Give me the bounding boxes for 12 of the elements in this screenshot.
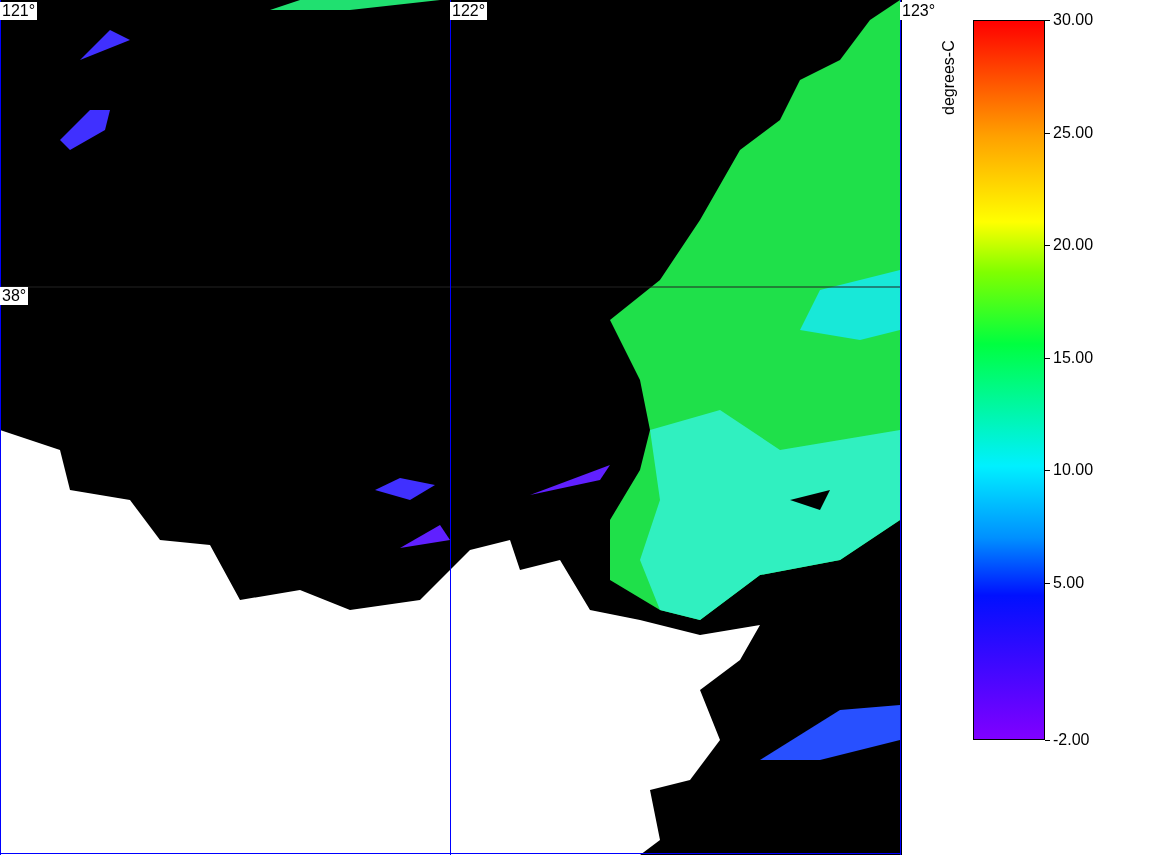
colorbar-tick-label: 25.00 <box>1045 123 1094 142</box>
colorbar-tick-label: 10.00 <box>1045 461 1094 479</box>
colorbar-tick-label: 15.00 <box>1045 348 1094 367</box>
colorbar-tick-label: 20.00 <box>1045 236 1094 254</box>
colorbar-tick-label: 30.00 <box>1045 11 1094 29</box>
colorbar-tick-label: 5.00 <box>1045 573 1085 592</box>
colorbar-tick-label: -2.00 <box>1045 731 1090 749</box>
longitude-label: 122° <box>450 2 488 20</box>
longitude-label: 121° <box>0 2 38 20</box>
longitude-label: 123° <box>900 2 938 20</box>
colorbar-title: degrees-C <box>940 40 958 115</box>
latitude-label: 38° <box>0 287 29 305</box>
